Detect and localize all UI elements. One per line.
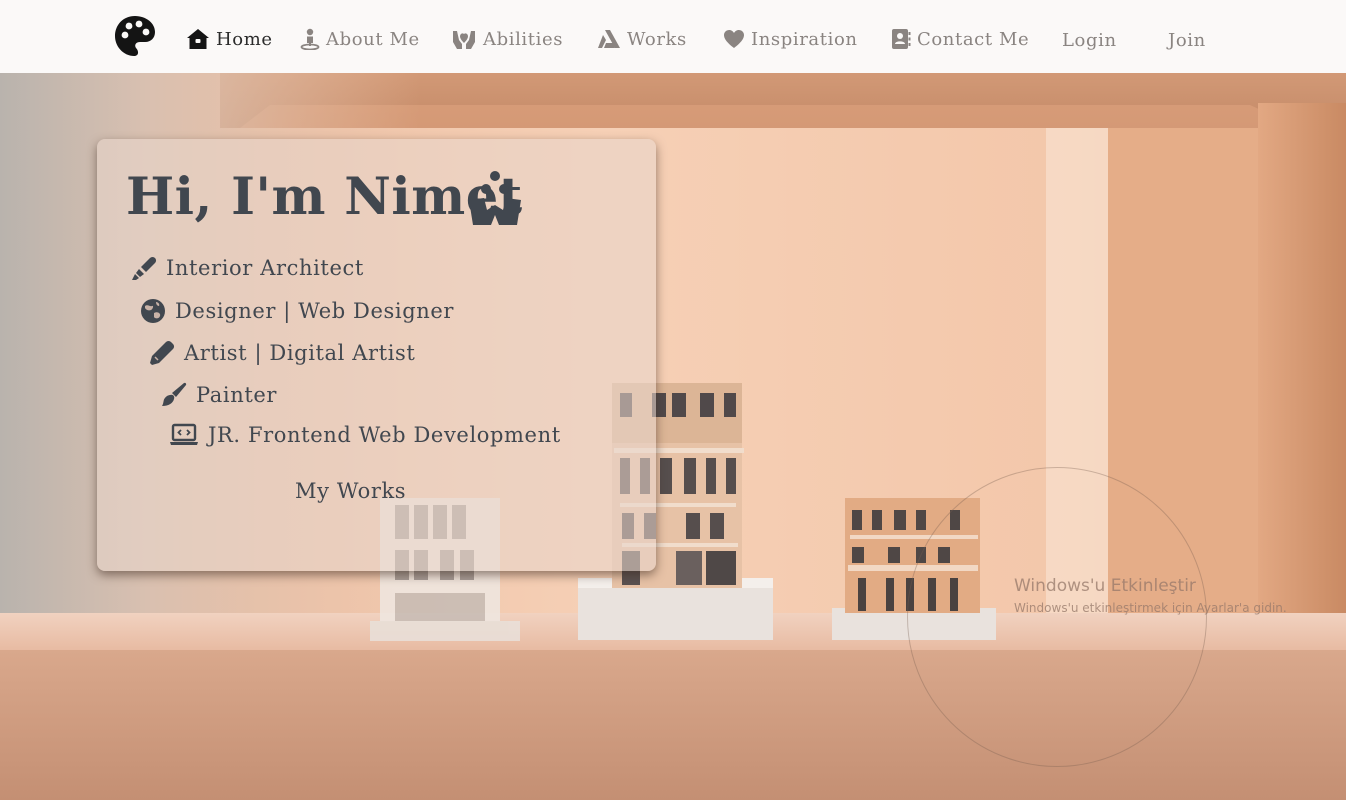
nav-label: Works [627, 28, 687, 50]
role-label: Interior Architect [166, 256, 364, 280]
nav-about-me[interactable]: About Me [300, 24, 420, 54]
role-item: Designer | Web Designer [140, 298, 454, 324]
nav-contact-me[interactable]: Contact Me [891, 24, 1029, 54]
role-item: JR. Frontend Web Development [169, 423, 561, 447]
palette-logo-icon[interactable] [114, 15, 156, 57]
person-pin-icon [300, 28, 320, 50]
my-works-button[interactable]: My Works [295, 479, 406, 503]
pen-icon [150, 340, 175, 365]
login-button[interactable]: Login [1062, 25, 1117, 55]
heart-icon [724, 30, 744, 48]
nav-label: Home [216, 28, 273, 50]
activation-watermark-subtitle: Windows'u etkinleştirmek için Ayarlar'a … [1014, 601, 1287, 615]
activation-watermark-title: Windows'u Etkinleştir [1014, 576, 1196, 596]
login-label: Login [1062, 29, 1117, 51]
nav-label: Inspiration [751, 28, 858, 50]
laptop-code-icon [170, 423, 198, 445]
cursor-highlight-ring [907, 467, 1207, 767]
nav-works[interactable]: Works [597, 24, 687, 54]
nav-label: Contact Me [917, 28, 1030, 50]
nav-home[interactable]: Home [186, 24, 273, 54]
role-label: JR. Frontend Web Development [208, 423, 561, 447]
nav-label: About Me [326, 28, 420, 50]
role-label: Artist | Digital Artist [184, 341, 416, 365]
join-button[interactable]: Join [1168, 25, 1206, 55]
join-label: Join [1168, 29, 1206, 51]
address-book-icon [892, 29, 911, 49]
nav-inspiration[interactable]: Inspiration [723, 24, 858, 54]
house-icon [187, 29, 209, 49]
paintbrush-icon [162, 382, 187, 406]
highlighter-icon [132, 256, 157, 280]
role-label: Designer | Web Designer [175, 299, 455, 323]
role-item: Painter [161, 382, 277, 408]
triangle-a-icon [598, 30, 620, 48]
hands-holding-icon [453, 31, 475, 49]
role-item: Interior Architect [131, 256, 364, 280]
earth-icon [141, 299, 165, 323]
role-item: Artist | Digital Artist [149, 340, 415, 366]
navbar: Home About Me Abilities Works Inspiratio… [0, 0, 1346, 73]
people-group-icon [469, 171, 521, 225]
nav-abilities[interactable]: Abilities [451, 24, 563, 54]
intro-card: Hi, I'm Nimet Interior Architect Designe… [97, 139, 656, 571]
role-label: Painter [196, 383, 278, 407]
nav-label: Abilities [483, 28, 564, 50]
greeting-heading: Hi, I'm Nimet [126, 167, 523, 227]
